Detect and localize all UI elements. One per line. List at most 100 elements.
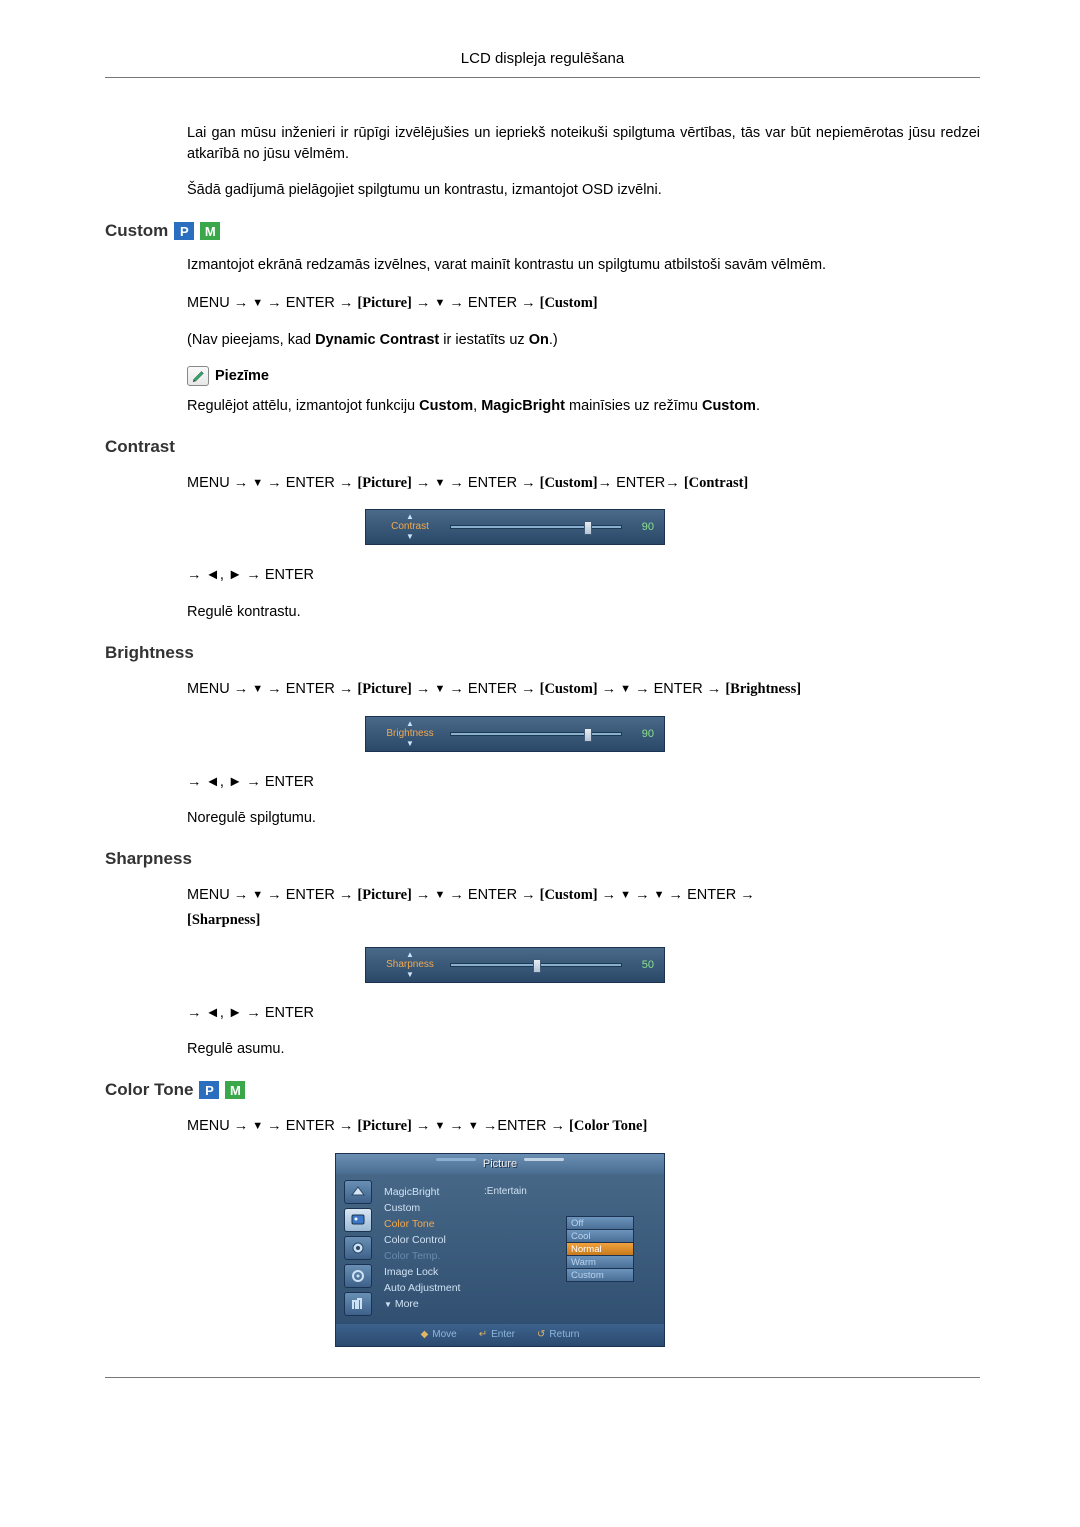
down-triangle-icon: ▼: [434, 1117, 445, 1136]
osd-footer-return: ↺Return: [537, 1329, 579, 1340]
slider-label: Sharpness: [376, 959, 444, 971]
nav-picture: [Picture]: [357, 887, 411, 903]
osd-menu-label: Color Tone: [384, 1218, 484, 1230]
down-triangle-icon: ▼: [376, 533, 444, 541]
osd-footer-move: ◆Move: [421, 1329, 457, 1340]
section-contrast-title: Contrast: [105, 437, 980, 457]
osd-option: Warm: [566, 1255, 634, 1269]
text-bold: On: [529, 332, 549, 348]
down-triangle-icon: ▼: [434, 680, 445, 699]
text-bold: Dynamic Contrast: [315, 332, 439, 348]
nav-text: MENU →: [187, 681, 252, 697]
text-bold: Custom: [702, 398, 756, 414]
nav-text: → ENTER →: [445, 887, 539, 903]
up-triangle-icon: ▲: [376, 513, 444, 521]
down-triangle-icon: ▼: [252, 680, 263, 699]
slider-label-column: ▲ Brightness ▼: [376, 720, 444, 748]
text: Regulējot attēlu, izmantojot funkciju: [187, 398, 419, 414]
nav-text: → ENTER →: [263, 295, 357, 311]
nav-text: →: [412, 681, 435, 697]
nav-picture: [Picture]: [357, 475, 411, 491]
enter-icon: ↵: [479, 1329, 487, 1340]
nav-text: →: [445, 1118, 468, 1134]
text-bold: Custom: [419, 398, 473, 414]
nav-text: → ENTER →: [263, 1118, 357, 1134]
nav-picture: [Picture]: [357, 681, 411, 697]
nav-picture: [Picture]: [357, 295, 411, 311]
down-triangle-icon: ▼: [434, 294, 445, 313]
down-triangle-icon: ▼: [620, 886, 631, 905]
section-contrast-label: Contrast: [105, 437, 175, 457]
osd-menu: Picture MagicBright: EntertainCustomColo…: [335, 1153, 665, 1347]
contrast-nav-path-2: → ◄, ► → ENTER: [187, 563, 980, 588]
up-triangle-icon: ▲: [376, 951, 444, 959]
section-brightness-title: Brightness: [105, 643, 980, 663]
section-colortone-label: Color Tone: [105, 1080, 193, 1100]
nav-text: → ENTER →: [263, 475, 357, 491]
brightness-nav-path: MENU → ▼ → ENTER → [Picture] → ▼ → ENTER…: [187, 677, 980, 702]
nav-contrast: [Contrast]: [684, 475, 748, 491]
badge-p-icon: P: [199, 1081, 219, 1099]
text: .: [756, 398, 760, 414]
down-triangle-icon: ▼: [376, 971, 444, 979]
nav-text: → ENTER →: [445, 295, 539, 311]
section-colortone-title: Color Tone P M: [105, 1080, 980, 1100]
osd-more-row: ▼ More: [384, 1296, 664, 1312]
nav-text: →: [412, 1118, 435, 1134]
osd-option: Off: [566, 1216, 634, 1230]
nav-text: MENU →: [187, 475, 252, 491]
nav-sharpness: [Sharpness]: [187, 912, 260, 928]
osd-menu-label: Custom: [384, 1202, 484, 1214]
osd-menu-label: Auto Adjustment: [384, 1282, 484, 1294]
footer-text: Enter: [491, 1329, 515, 1340]
slider-label-column: ▲ Contrast ▼: [376, 513, 444, 541]
badge-m-icon: M: [200, 222, 220, 240]
down-triangle-icon: ▼: [252, 1117, 263, 1136]
nav-text: → ENTER →: [445, 475, 539, 491]
note-row: Piezīme: [187, 366, 980, 386]
osd-menu-label: MagicBright: [384, 1186, 484, 1198]
note-icon: [187, 366, 209, 386]
nav-text: →: [412, 295, 435, 311]
osd-option: Cool: [566, 1229, 634, 1243]
section-sharpness-title: Sharpness: [105, 849, 980, 869]
nav-text: → ENTER →: [263, 681, 357, 697]
section-custom-label: Custom: [105, 221, 168, 241]
page-footer-rule: [105, 1377, 980, 1378]
slider-track: [450, 525, 622, 529]
nav-custom: [Custom]: [540, 681, 598, 697]
nav-text: MENU →: [187, 1118, 252, 1134]
nav-text: → ENTER →: [665, 887, 755, 903]
intro-paragraph-1: Lai gan mūsu inženieri ir rūpīgi izvēlēj…: [187, 123, 980, 165]
slider-value: 90: [628, 728, 654, 740]
osd-footer: ◆Move ↵ Enter ↺Return: [336, 1324, 664, 1346]
osd-footer-enter: ↵ Enter: [479, 1329, 515, 1340]
osd-options-popup: OffCoolNormalWarmCustom: [566, 1216, 634, 1281]
contrast-slider: ▲ Contrast ▼ 90: [365, 509, 665, 545]
text: mainīsies uz režīmu: [565, 398, 702, 414]
down-triangle-icon: ▼: [252, 294, 263, 313]
footer-text: Move: [432, 1329, 456, 1340]
contrast-nav-path: MENU → ▼ → ENTER → [Picture] → ▼ → ENTER…: [187, 471, 980, 496]
slider-knob: [584, 728, 592, 742]
diamond-icon: ◆: [421, 1329, 429, 1340]
slider-track: [450, 732, 622, 736]
nav-text: →: [631, 887, 654, 903]
nav-text: MENU →: [187, 887, 252, 903]
brightness-nav-path-2: → ◄, ► → ENTER: [187, 770, 980, 795]
nav-text: →: [412, 475, 435, 491]
slider-knob: [533, 959, 541, 973]
osd-picture-icon: [344, 1208, 372, 1232]
osd-input-icon: [344, 1180, 372, 1204]
section-custom-title: Custom P M: [105, 221, 980, 241]
sharpness-slider: ▲ Sharpness ▼ 50: [365, 947, 665, 983]
intro-paragraph-2: Šādā gadījumā pielāgojiet spilgtumu un k…: [187, 180, 980, 201]
down-triangle-icon: ▼: [654, 886, 665, 905]
sharpness-nav-path-2: → ◄, ► → ENTER: [187, 1001, 980, 1026]
return-icon: ↺: [537, 1329, 545, 1340]
nav-custom: [Custom]: [540, 475, 598, 491]
brightness-slider: ▲ Brightness ▼ 90: [365, 716, 665, 752]
section-sharpness-label: Sharpness: [105, 849, 192, 869]
nav-text: → ENTER →: [631, 681, 725, 697]
slider-track: [450, 963, 622, 967]
